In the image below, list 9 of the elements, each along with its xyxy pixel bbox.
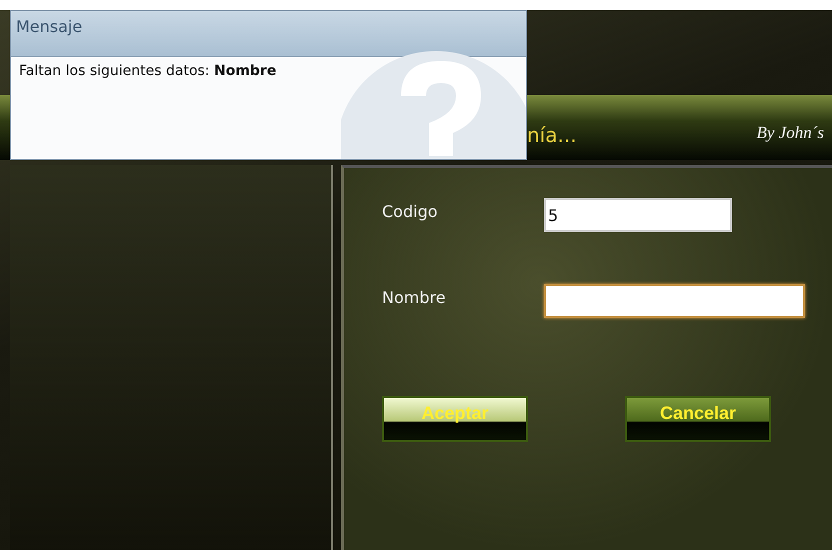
dialog-title: Mensaje [11,11,526,57]
field-label: Codigo [382,201,439,221]
dialog-message: Faltan los siguientes datos: Nombre [18,62,278,81]
cancel-button[interactable]: Cancelar [625,396,771,442]
field-label: Nombre [382,287,447,307]
author-credit: By John´s [756,122,824,142]
text-field[interactable] [544,284,805,318]
text-field[interactable]: 5 [544,198,732,232]
header-title: nía... [527,122,577,146]
